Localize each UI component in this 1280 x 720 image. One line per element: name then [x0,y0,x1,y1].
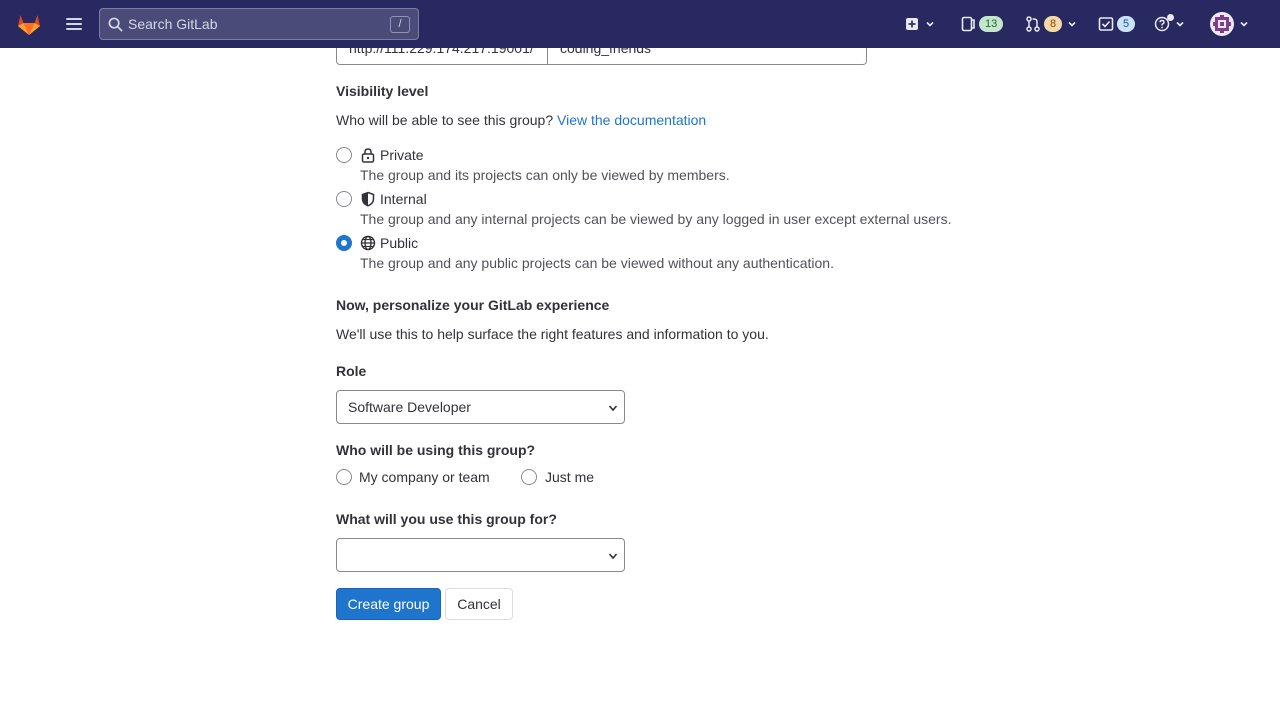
view-documentation-link[interactable]: View the documentation [557,112,706,128]
visibility-internal-label: Internal [380,191,427,207]
issues-icon [961,16,975,32]
personalize-heading: Now, personalize your GitLab experience [336,297,610,313]
visibility-question-text: Who will be able to see this group? [336,112,554,128]
top-navbar: / 13 8 [0,0,1280,48]
merge-requests-dropdown[interactable]: 8 [1025,10,1077,38]
shield-icon [361,191,375,207]
create-new-dropdown[interactable] [904,10,935,38]
avatar-icon [1210,12,1234,36]
role-label: Role [336,363,367,379]
hamburger-menu-icon[interactable] [62,12,86,36]
todos-count-badge: 5 [1117,16,1136,32]
visibility-public-description: The group and any public projects can be… [360,255,834,271]
visibility-public-title[interactable]: Public [360,235,418,251]
lock-icon [361,148,375,163]
todos-button[interactable]: 5 [1098,10,1136,38]
personalize-subtext: We'll use this to help surface the right… [336,326,769,342]
just-me-radio[interactable] [521,469,537,485]
help-dropdown[interactable] [1154,10,1185,38]
role-selected-value: Software Developer [348,399,471,415]
globe-icon [360,235,376,251]
chevron-down-icon [1068,21,1076,27]
gitlab-logo-icon[interactable] [16,11,42,37]
group-purpose-question: What will you use this group for? [336,511,557,527]
todo-icon [1098,17,1114,31]
visibility-question: Who will be able to see this group? View… [336,112,706,128]
create-new-icon [906,18,918,30]
visibility-public-label: Public [380,235,419,251]
visibility-internal-description: The group and any internal projects can … [360,211,952,227]
chevron-down-icon [1240,21,1248,27]
search-shortcut-key: / [390,16,410,33]
visibility-private-description: The group and its projects can only be v… [360,167,730,183]
user-menu-dropdown[interactable] [1210,10,1249,38]
just-me-label[interactable]: Just me [545,469,594,485]
chevron-down-icon [926,21,934,27]
merge-requests-count-badge: 8 [1044,16,1063,32]
create-group-button[interactable]: Create group [336,588,441,620]
chevron-down-icon [608,405,618,412]
search-icon [108,17,123,32]
cancel-button[interactable]: Cancel [445,588,513,620]
visibility-private-label: Private [380,147,424,163]
visibility-level-heading: Visibility level [336,83,429,99]
visibility-private-title[interactable]: Private [360,147,424,163]
search-box[interactable]: / [99,8,419,40]
issues-count-badge: 13 [979,16,1004,32]
group-users-question: Who will be using this group? [336,442,536,458]
group-purpose-select[interactable] [336,538,625,572]
visibility-private-radio[interactable] [336,147,352,163]
notification-dot [1167,14,1174,21]
company-or-team-radio[interactable] [336,469,352,485]
chevron-down-icon [608,553,618,560]
search-input[interactable] [128,9,378,39]
issues-button[interactable]: 13 [960,10,1004,38]
visibility-public-radio[interactable] [336,235,352,251]
merge-request-icon [1026,16,1040,32]
visibility-internal-title[interactable]: Internal [360,191,427,207]
visibility-internal-radio[interactable] [336,191,352,207]
role-select[interactable]: Software Developer [336,390,625,424]
chevron-down-icon [1176,21,1184,27]
company-or-team-label[interactable]: My company or team [359,469,490,485]
